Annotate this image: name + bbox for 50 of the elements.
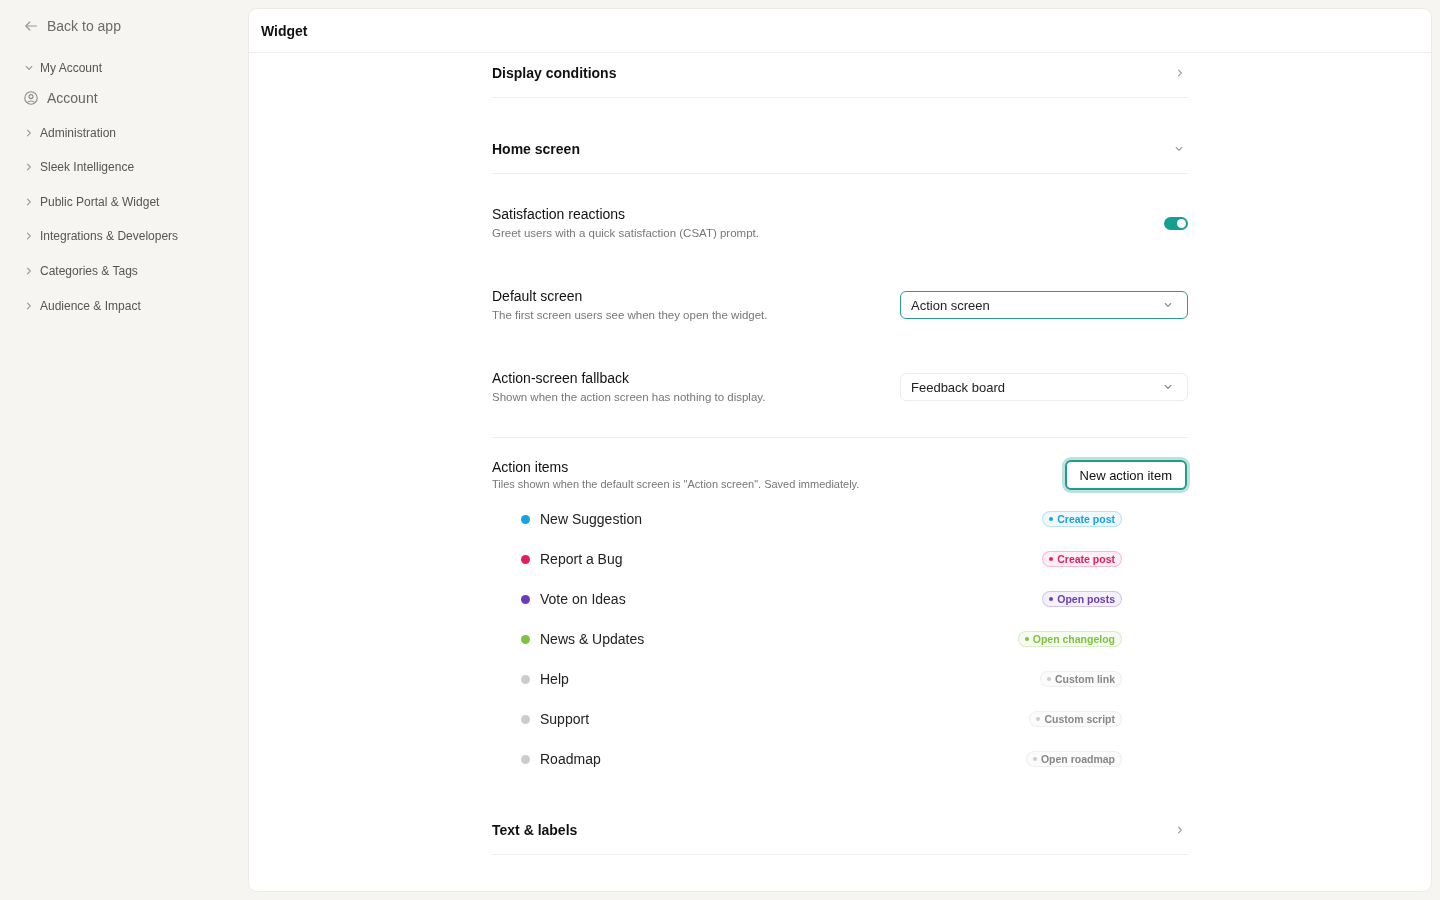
action-item-label: Vote on Ideas bbox=[540, 591, 627, 607]
chevron-down-icon bbox=[1164, 302, 1172, 308]
section-header[interactable]: Text & labels bbox=[492, 810, 1188, 855]
setting-title: Action items bbox=[492, 458, 570, 476]
sidebar-group[interactable]: Sleek Intelligence bbox=[24, 157, 135, 178]
sidebar-group[interactable]: Audience & Impact bbox=[24, 295, 141, 316]
back-link[interactable]: Back to app bbox=[24, 16, 121, 36]
setting-title: Action-screen fallback bbox=[492, 369, 630, 387]
sidebar-group[interactable]: Public Portal & Widget bbox=[24, 191, 160, 212]
page-title: Widget bbox=[261, 22, 308, 39]
action-item-label: Support bbox=[540, 711, 591, 727]
dot-icon bbox=[1032, 757, 1037, 761]
sidebar-group[interactable]: Integrations & Developers bbox=[24, 226, 179, 247]
action-item-label: News & Updates bbox=[540, 631, 646, 647]
tag-label: Custom script bbox=[1044, 713, 1115, 725]
action-item-label: New Suggestion bbox=[540, 511, 643, 527]
action-item-label: Roadmap bbox=[540, 751, 602, 767]
setting-title: Satisfaction reactions bbox=[492, 205, 627, 223]
dot-icon bbox=[1049, 517, 1054, 521]
sidebar-group[interactable]: Administration bbox=[24, 122, 117, 143]
setting-title: Default screen bbox=[492, 287, 584, 305]
toggle-switch[interactable] bbox=[1164, 216, 1188, 230]
sidebar-item[interactable]: Account bbox=[24, 88, 98, 108]
tag-label: Create post bbox=[1057, 553, 1115, 565]
dot-icon bbox=[1049, 597, 1054, 601]
tag-label: Open changelog bbox=[1032, 633, 1115, 645]
dropdown[interactable]: Feedback board bbox=[900, 373, 1188, 401]
dot-icon bbox=[1036, 717, 1041, 721]
dot-icon bbox=[1024, 637, 1029, 641]
action-item-label: Report a Bug bbox=[540, 551, 624, 567]
dropdown[interactable]: Action screen bbox=[900, 291, 1188, 319]
dot-icon bbox=[1046, 677, 1051, 681]
user-circle-icon bbox=[24, 91, 38, 105]
tag-label: Create post bbox=[1057, 513, 1115, 525]
tag-label: Custom link bbox=[1054, 673, 1115, 685]
setting-description: The first screen users see when they open the widget. bbox=[492, 308, 768, 323]
new-action-item-button[interactable]: New action item bbox=[1064, 460, 1187, 490]
setting-description: Tiles shown when the default screen is "Action screen". Saved immediately. bbox=[492, 477, 860, 491]
section-header[interactable]: Home screen bbox=[492, 129, 1188, 174]
setting-description: Shown when the action screen has nothing to display. bbox=[492, 390, 766, 405]
sidebar-group[interactable]: Categories & Tags bbox=[24, 260, 138, 281]
section-header[interactable]: Display conditions bbox=[492, 53, 1188, 98]
tag-label: Open roadmap bbox=[1040, 753, 1115, 765]
chevron-down-icon bbox=[1164, 384, 1172, 390]
arrow-left-icon bbox=[24, 19, 38, 33]
action-item-label: Help bbox=[540, 671, 570, 687]
sidebar-group[interactable]: My Account bbox=[24, 58, 103, 78]
setting-description: Greet users with a quick satisfaction (CSAT) prompt. bbox=[492, 226, 759, 241]
dot-icon bbox=[1049, 557, 1054, 561]
tag-label: Open posts bbox=[1057, 593, 1115, 605]
